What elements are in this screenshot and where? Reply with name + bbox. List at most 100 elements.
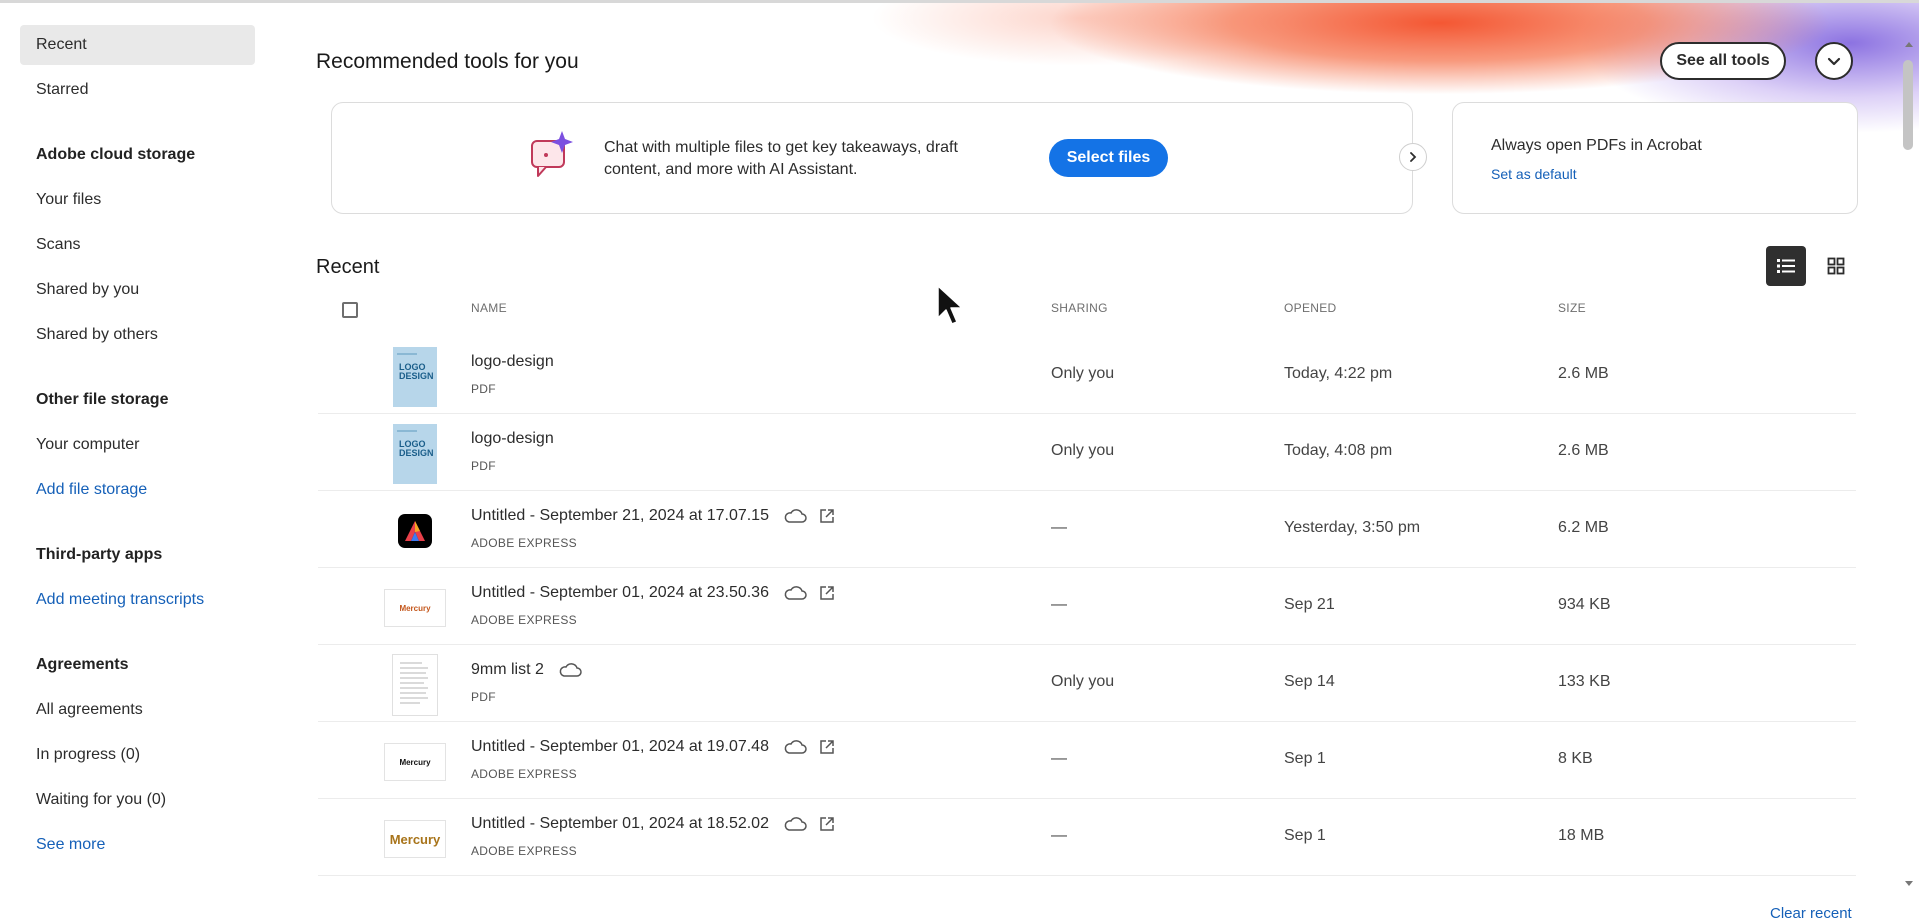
sidebar-heading-cloud: Adobe cloud storage xyxy=(36,146,196,163)
table-row[interactable]: Mercury Untitled - September 01, 2024 at… xyxy=(318,722,1856,799)
set-as-default-link[interactable]: Set as default xyxy=(1491,166,1577,182)
file-name-text: Untitled - September 21, 2024 at 17.07.1… xyxy=(471,507,769,524)
column-header-sharing[interactable]: SHARING xyxy=(1051,301,1108,315)
default-app-card: Always open PDFs in Acrobat Set as defau… xyxy=(1452,102,1858,214)
sidebar-heading-third-party: Third-party apps xyxy=(36,546,163,563)
sidebar: Recent Starred Adobe cloud storage Your … xyxy=(0,0,270,923)
file-thumbnail: Mercury xyxy=(384,808,446,870)
see-all-tools-button[interactable]: See all tools xyxy=(1660,42,1786,80)
thumbnail-text: Mercury xyxy=(384,820,446,858)
file-opened: Sep 14 xyxy=(1284,673,1335,690)
grid-view-button[interactable] xyxy=(1816,246,1856,286)
select-files-button[interactable]: Select files xyxy=(1049,139,1168,177)
file-thumbnail: Mercury xyxy=(384,731,446,793)
sidebar-item-scans[interactable]: Scans xyxy=(20,225,255,265)
file-name[interactable]: Untitled - September 01, 2024 at 18.52.0… xyxy=(471,815,835,833)
scroll-down-icon[interactable] xyxy=(1904,880,1914,888)
mouse-cursor-icon xyxy=(937,285,963,325)
file-sharing: — xyxy=(1051,596,1067,613)
sidebar-link-see-more[interactable]: See more xyxy=(20,825,255,865)
sidebar-item-shared-by-others[interactable]: Shared by others xyxy=(20,315,255,355)
table-row[interactable]: Untitled - September 21, 2024 at 17.07.1… xyxy=(318,491,1856,568)
file-thumbnail xyxy=(392,500,438,562)
sidebar-item-recent[interactable]: Recent xyxy=(20,25,255,65)
file-opened: Sep 1 xyxy=(1284,827,1326,844)
file-opened: Yesterday, 3:50 pm xyxy=(1284,519,1421,536)
thumbnail-text: Mercury xyxy=(384,589,446,627)
column-header-size[interactable]: SIZE xyxy=(1558,301,1586,315)
scroll-up-icon[interactable] xyxy=(1904,40,1914,48)
file-sharing: Only you xyxy=(1051,673,1115,690)
file-sharing: — xyxy=(1051,519,1067,536)
sidebar-item-your-files[interactable]: Your files xyxy=(20,180,255,220)
open-external-icon[interactable] xyxy=(819,739,835,755)
recommended-tools-title: Recommended tools for you xyxy=(316,50,579,73)
file-size: 934 KB xyxy=(1558,596,1611,613)
file-name-text: Untitled - September 01, 2024 at 23.50.3… xyxy=(471,584,769,601)
sidebar-item-starred[interactable]: Starred xyxy=(20,70,255,110)
carousel-next-button[interactable] xyxy=(1399,143,1427,171)
recent-section-title: Recent xyxy=(316,256,380,278)
scrollbar-thumb[interactable] xyxy=(1903,60,1913,150)
sidebar-item-in-progress[interactable]: In progress (0) xyxy=(20,735,255,775)
file-sharing: Only you xyxy=(1051,442,1115,459)
adobe-express-logo-icon xyxy=(398,514,432,548)
file-type: ADOBE EXPRESS xyxy=(471,536,577,550)
file-sharing: Only you xyxy=(1051,365,1115,382)
list-view-icon xyxy=(1777,259,1795,273)
file-type: ADOBE EXPRESS xyxy=(471,767,577,781)
table-row[interactable]: 9mm list 2 PDF Only you Sep 14 133 KB xyxy=(318,645,1856,722)
file-name[interactable]: Untitled - September 21, 2024 at 17.07.1… xyxy=(471,507,835,525)
sidebar-link-add-file-storage[interactable]: Add file storage xyxy=(20,470,255,510)
clear-recent-link[interactable]: Clear recent xyxy=(1770,905,1852,922)
file-name[interactable]: Untitled - September 01, 2024 at 23.50.3… xyxy=(471,584,835,602)
file-size: 8 KB xyxy=(1558,750,1593,767)
file-size: 2.6 MB xyxy=(1558,442,1609,459)
sidebar-link-add-meeting-transcripts[interactable]: Add meeting transcripts xyxy=(20,580,255,620)
chevron-right-icon xyxy=(1410,152,1417,162)
chevron-down-icon xyxy=(1827,57,1841,66)
file-size: 133 KB xyxy=(1558,673,1611,690)
sidebar-heading-other-storage: Other file storage xyxy=(36,391,169,408)
table-row[interactable]: Mercury Untitled - September 01, 2024 at… xyxy=(318,568,1856,645)
file-sharing: — xyxy=(1051,827,1067,844)
sidebar-item-your-computer[interactable]: Your computer xyxy=(20,425,255,465)
sidebar-item-all-agreements[interactable]: All agreements xyxy=(20,690,255,730)
sidebar-heading-agreements: Agreements xyxy=(36,656,129,673)
document-page-icon xyxy=(392,654,438,716)
file-name[interactable]: logo-design xyxy=(471,430,554,448)
sidebar-item-waiting-for-you[interactable]: Waiting for you (0) xyxy=(20,780,255,820)
thumbnail-text: LOGO DESIGN xyxy=(399,362,434,381)
cloud-icon xyxy=(783,508,807,524)
grid-view-icon xyxy=(1827,257,1845,275)
ai-assistant-icon xyxy=(531,131,573,177)
file-size: 6.2 MB xyxy=(1558,519,1609,536)
file-sharing: — xyxy=(1051,750,1067,767)
file-type: PDF xyxy=(471,690,496,704)
file-name-text: 9mm list 2 xyxy=(471,661,544,678)
file-type: PDF xyxy=(471,459,496,473)
cloud-icon xyxy=(558,662,582,678)
table-row[interactable]: LOGO DESIGN logo-design PDF Only you Tod… xyxy=(318,337,1856,414)
ai-card-text-line2: content, and more with AI Assistant. xyxy=(604,161,858,178)
table-row[interactable]: LOGO DESIGN logo-design PDF Only you Tod… xyxy=(318,414,1856,491)
file-name[interactable]: logo-design xyxy=(471,353,554,371)
list-view-button[interactable] xyxy=(1766,246,1806,286)
file-type: ADOBE EXPRESS xyxy=(471,613,577,627)
select-all-checkbox[interactable] xyxy=(342,302,358,318)
column-header-name[interactable]: NAME xyxy=(471,301,507,315)
thumbnail-text: LOGO DESIGN xyxy=(399,439,434,458)
vertical-scrollbar[interactable] xyxy=(1899,40,1919,900)
file-name[interactable]: Untitled - September 01, 2024 at 19.07.4… xyxy=(471,738,835,756)
open-external-icon[interactable] xyxy=(819,816,835,832)
thumbnail-text: Mercury xyxy=(384,743,446,781)
collapse-tools-button[interactable] xyxy=(1815,42,1853,80)
column-header-opened[interactable]: OPENED xyxy=(1284,301,1336,315)
open-external-icon[interactable] xyxy=(819,508,835,524)
file-name[interactable]: 9mm list 2 xyxy=(471,661,582,679)
table-row[interactable]: Mercury Untitled - September 01, 2024 at… xyxy=(318,799,1856,876)
open-external-icon[interactable] xyxy=(819,585,835,601)
file-thumbnail: LOGO DESIGN xyxy=(392,423,438,485)
sidebar-item-shared-by-you[interactable]: Shared by you xyxy=(20,270,255,310)
ai-card-text-line1: Chat with multiple files to get key take… xyxy=(604,139,958,156)
